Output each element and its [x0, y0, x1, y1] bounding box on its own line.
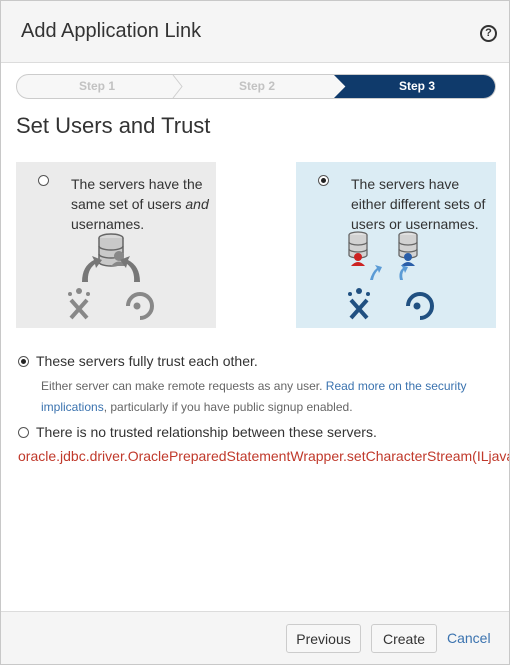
radio-different-users[interactable]: [318, 175, 329, 186]
jira-logo-icon: [68, 288, 90, 320]
step-3-active: Step 3: [398, 79, 435, 93]
untrusted-label: There is no trusted relationship between…: [36, 424, 377, 440]
previous-button[interactable]: Previous: [286, 624, 361, 653]
same-users-illustration: [68, 233, 154, 320]
create-button[interactable]: Create: [371, 624, 437, 653]
dialog-header: Add Application Link ?: [1, 1, 509, 63]
cancel-link[interactable]: Cancel: [447, 630, 491, 646]
option-different-users[interactable]: The servers have either different sets o…: [296, 162, 496, 328]
add-application-link-dialog: Add Application Link ? Step 1 Step 2 Ste…: [0, 0, 510, 665]
step-1: Step 1: [78, 79, 115, 93]
step-progress-tracker: Step 1 Step 2 Step 3: [16, 74, 496, 99]
trust-description: Either server can make remote requests a…: [41, 379, 467, 414]
trusted-label: These servers fully trust each other.: [36, 353, 258, 369]
fisheye-logo-icon: [126, 292, 154, 320]
radio-trusted[interactable]: [18, 356, 29, 367]
up-arrows-icon: [370, 265, 408, 280]
help-icon[interactable]: ?: [480, 25, 497, 42]
fisheye-logo-icon: [406, 292, 434, 320]
different-users-illustration: [348, 231, 434, 320]
dialog-title: Add Application Link: [21, 20, 202, 42]
option-different-users-text: The servers have either different sets o…: [351, 176, 486, 232]
option-same-users[interactable]: The servers have the same set of users a…: [16, 162, 216, 328]
option-same-users-text: The servers have the same set of users a…: [71, 176, 209, 232]
error-message: oracle.jdbc.driver.OraclePreparedStateme…: [18, 448, 509, 464]
jira-logo-icon: [348, 288, 370, 320]
dialog-footer: Previous Create Cancel: [1, 611, 509, 664]
radio-untrusted[interactable]: [18, 427, 29, 438]
step-2: Step 2: [238, 79, 275, 93]
page-title: Set Users and Trust: [16, 113, 211, 138]
radio-same-users[interactable]: [38, 175, 49, 186]
